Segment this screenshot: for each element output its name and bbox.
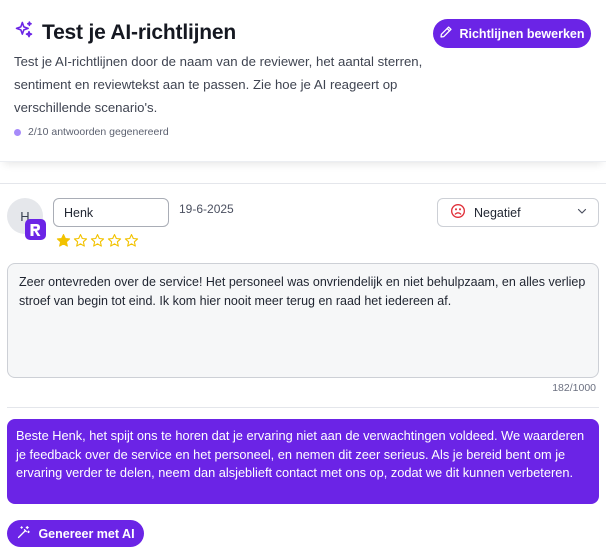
platform-logo-icon: [25, 219, 46, 240]
pencil-icon: [439, 25, 453, 42]
star-empty-icon[interactable]: [107, 233, 122, 248]
edit-guidelines-button[interactable]: Richtlijnen bewerken: [433, 19, 591, 48]
divider: [0, 183, 606, 184]
sparkles-icon: [14, 20, 34, 45]
generation-progress: 2/10 antwoorden gegenereerd: [14, 126, 169, 138]
star-rating[interactable]: [56, 233, 139, 248]
progress-dot: [14, 128, 21, 136]
divider: [7, 407, 599, 408]
ai-response-text: Beste Henk, het spijt ons te horen dat j…: [7, 419, 599, 504]
reviewer-name-input[interactable]: [53, 198, 169, 227]
progress-text: 2/10 antwoorden gegenereerd: [28, 126, 169, 138]
generate-with-ai-button[interactable]: Genereer met AI: [7, 520, 144, 547]
generate-with-ai-label: Genereer met AI: [38, 526, 135, 541]
sad-face-icon: [450, 203, 466, 222]
chevron-down-icon: [576, 205, 588, 220]
magic-wand-icon: [16, 525, 31, 543]
page-title: Test je AI-richtlijnen: [42, 20, 236, 44]
review-date: 19-6-2025: [179, 202, 234, 216]
star-empty-icon[interactable]: [90, 233, 105, 248]
review-text-input[interactable]: Zeer ontevreden over de service! Het per…: [7, 263, 599, 378]
sentiment-value: Negatief: [474, 205, 521, 220]
star-empty-icon[interactable]: [124, 233, 139, 248]
edit-guidelines-label: Richtlijnen bewerken: [459, 26, 585, 41]
header-card: Test je AI-richtlijnen Richtlijnen bewer…: [0, 0, 606, 162]
title-row: Test je AI-richtlijnen: [14, 20, 236, 45]
character-count: 182/1000: [552, 382, 596, 394]
sentiment-select[interactable]: Negatief: [437, 198, 599, 227]
star-empty-icon[interactable]: [73, 233, 88, 248]
star-filled-icon[interactable]: [56, 233, 71, 248]
page-description: Test je AI-richtlijnen door de naam van …: [14, 54, 423, 115]
